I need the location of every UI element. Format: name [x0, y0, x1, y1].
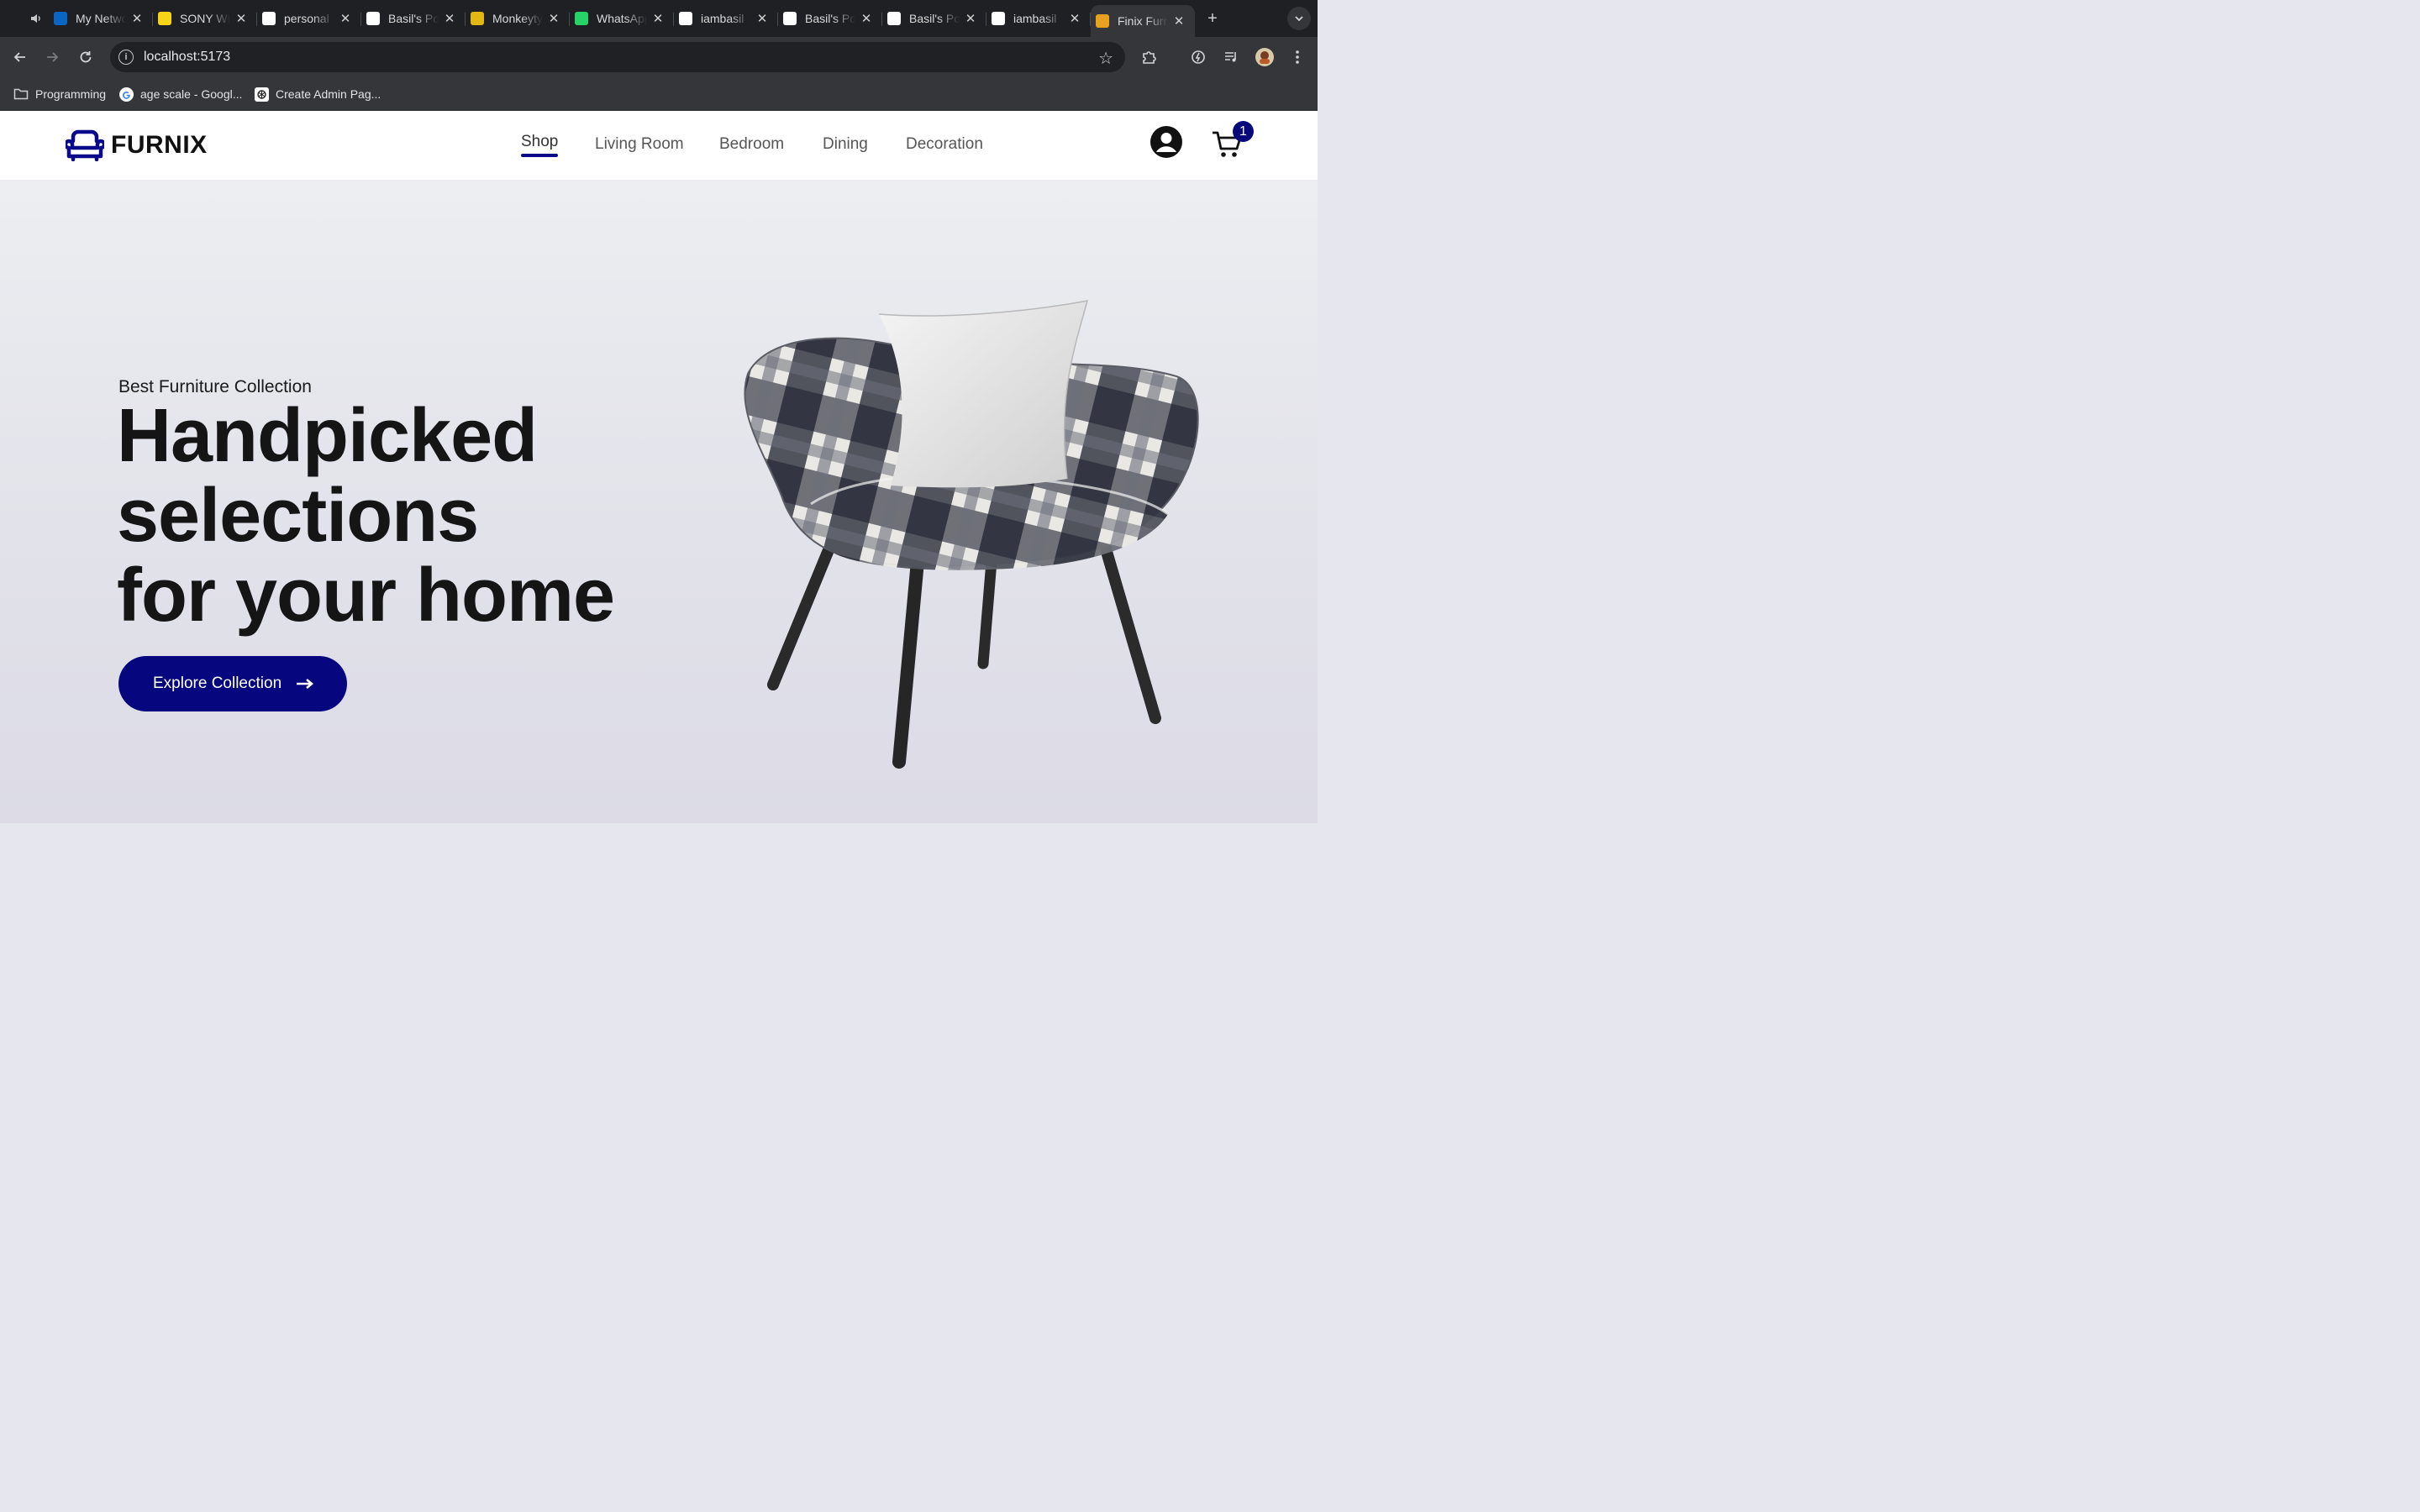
close-tab-icon[interactable]: ✕ [650, 11, 666, 26]
browser-menu-kebab-icon[interactable] [1287, 47, 1307, 67]
tab-title: iambasil [1013, 12, 1064, 25]
browser-tab[interactable]: iambasil ✕ [986, 4, 1091, 33]
browser-tab[interactable]: SONY WH ✕ [153, 4, 257, 33]
close-tab-icon[interactable]: ✕ [755, 11, 770, 26]
bookmark-programming[interactable]: Programming [13, 86, 106, 102]
tab-title: WhatsApp [597, 12, 647, 25]
active-nav-underline [521, 154, 558, 157]
bas-icon [366, 12, 380, 25]
bookmark-star-icon[interactable]: ☆ [1098, 48, 1113, 69]
close-tab-icon[interactable]: ✕ [338, 11, 353, 26]
bookmark-label: age scale - Googl... [140, 87, 243, 101]
headline-line-3: for your home [117, 554, 615, 638]
explore-collection-label: Explore Collection [153, 675, 282, 692]
headline-line-1: Handpicked [117, 394, 538, 478]
nav-living-room[interactable]: Living Room [595, 135, 684, 154]
browser-tab[interactable]: WhatsApp ✕ [570, 4, 674, 33]
reload-icon[interactable] [76, 47, 96, 67]
performance-icon[interactable] [1188, 47, 1208, 67]
nav-bedroom[interactable]: Bedroom [719, 135, 784, 154]
armchair-image [744, 300, 1199, 769]
bookmark-create-admin[interactable]: Create Admin Pag... [254, 86, 381, 102]
browser-tab[interactable]: Basil's Portfolio✕ [882, 4, 986, 33]
brand-name: FURNIX [111, 131, 208, 159]
bas-icon [887, 12, 901, 25]
browser-tab-strip: My Network✕SONY WH✕personal✕Basil's Port… [0, 0, 1318, 37]
close-tab-icon[interactable]: ✕ [546, 11, 561, 26]
browser-tab[interactable]: Basil's Portfolio✕ [361, 4, 466, 33]
bookmarks-bar: Programming age scale - Googl... Create … [0, 77, 1318, 111]
headline-line-2: selections [117, 474, 479, 558]
sofa-icon [1096, 14, 1109, 28]
bookmark-label: Create Admin Pag... [276, 87, 381, 101]
github-icon [679, 12, 692, 25]
close-tab-icon[interactable]: ✕ [442, 11, 457, 26]
flipkart-icon [158, 12, 171, 25]
close-tab-icon[interactable]: ✕ [1171, 13, 1186, 29]
monkeytype-icon [471, 12, 484, 25]
tab-title: Monkeytype [492, 12, 543, 25]
bookmark-label: Programming [35, 87, 107, 101]
tab-title: My Network [76, 12, 126, 25]
cart-count-badge: 1 [1233, 121, 1254, 142]
account-icon[interactable] [1150, 126, 1182, 158]
browser-tab[interactable]: personal ✕ [257, 4, 361, 33]
brand-logo[interactable]: FURNIX [66, 129, 208, 161]
google-icon [118, 87, 134, 102]
close-tab-icon[interactable]: ✕ [963, 11, 978, 26]
tab-title: Basil's Portfolio [388, 12, 439, 25]
bookmark-age-scale[interactable]: age scale - Googl... [118, 86, 242, 102]
tab-title: iambasil [701, 12, 751, 25]
tab-title: Finix Furniture [1118, 14, 1168, 28]
github-icon [992, 12, 1005, 25]
openai-icon [254, 87, 269, 102]
browser-tab[interactable]: Basil's Portfolio ✕ [778, 4, 882, 33]
tab-title: Basil's Portfolio [805, 12, 855, 25]
extensions-puzzle-icon[interactable] [1139, 47, 1160, 67]
close-tab-icon[interactable]: ✕ [859, 11, 874, 26]
close-tab-icon[interactable]: ✕ [1067, 11, 1082, 26]
browser-toolbar: i localhost:5173 ☆ [0, 37, 1318, 77]
sofa-icon [66, 129, 104, 161]
tab-search-chevron-icon[interactable] [1287, 7, 1311, 30]
address-bar[interactable]: i localhost:5173 ☆ [110, 42, 1125, 72]
profile-avatar[interactable] [1255, 47, 1275, 67]
browser-tab[interactable]: Finix Furniture✕ [1091, 5, 1195, 37]
vercel-icon [262, 12, 276, 25]
tab-title: personal [284, 12, 334, 25]
tab-title: Basil's Portfolio [909, 12, 960, 25]
browser-tab[interactable]: My Network✕ [49, 4, 153, 33]
media-controls-icon[interactable] [1221, 47, 1241, 67]
explore-collection-button[interactable]: Explore Collection [118, 656, 347, 711]
audio-playing-icon[interactable] [24, 6, 49, 31]
hero-headline: Handpicked selections for your home [117, 394, 615, 638]
browser-tab[interactable]: iambasil ✕ [674, 4, 778, 33]
bas-icon [783, 12, 797, 25]
nav-dining[interactable]: Dining [823, 135, 868, 154]
linkedin-icon [54, 12, 67, 25]
whatsapp-icon [575, 12, 588, 25]
browser-tab[interactable]: Monkeytype✕ [466, 4, 570, 33]
new-tab-button[interactable]: + [1200, 9, 1225, 29]
close-tab-icon[interactable]: ✕ [234, 11, 249, 26]
forward-arrow-icon[interactable] [42, 47, 62, 67]
arrow-right-icon [297, 679, 314, 689]
nav-shop[interactable]: Shop [521, 133, 558, 151]
folder-icon [13, 87, 29, 102]
tab-title: SONY WH [180, 12, 230, 25]
nav-decoration[interactable]: Decoration [906, 135, 983, 154]
site-info-icon[interactable]: i [118, 50, 134, 65]
back-arrow-icon[interactable] [10, 47, 30, 67]
close-tab-icon[interactable]: ✕ [129, 11, 145, 26]
address-bar-url[interactable]: localhost:5173 [144, 50, 230, 65]
